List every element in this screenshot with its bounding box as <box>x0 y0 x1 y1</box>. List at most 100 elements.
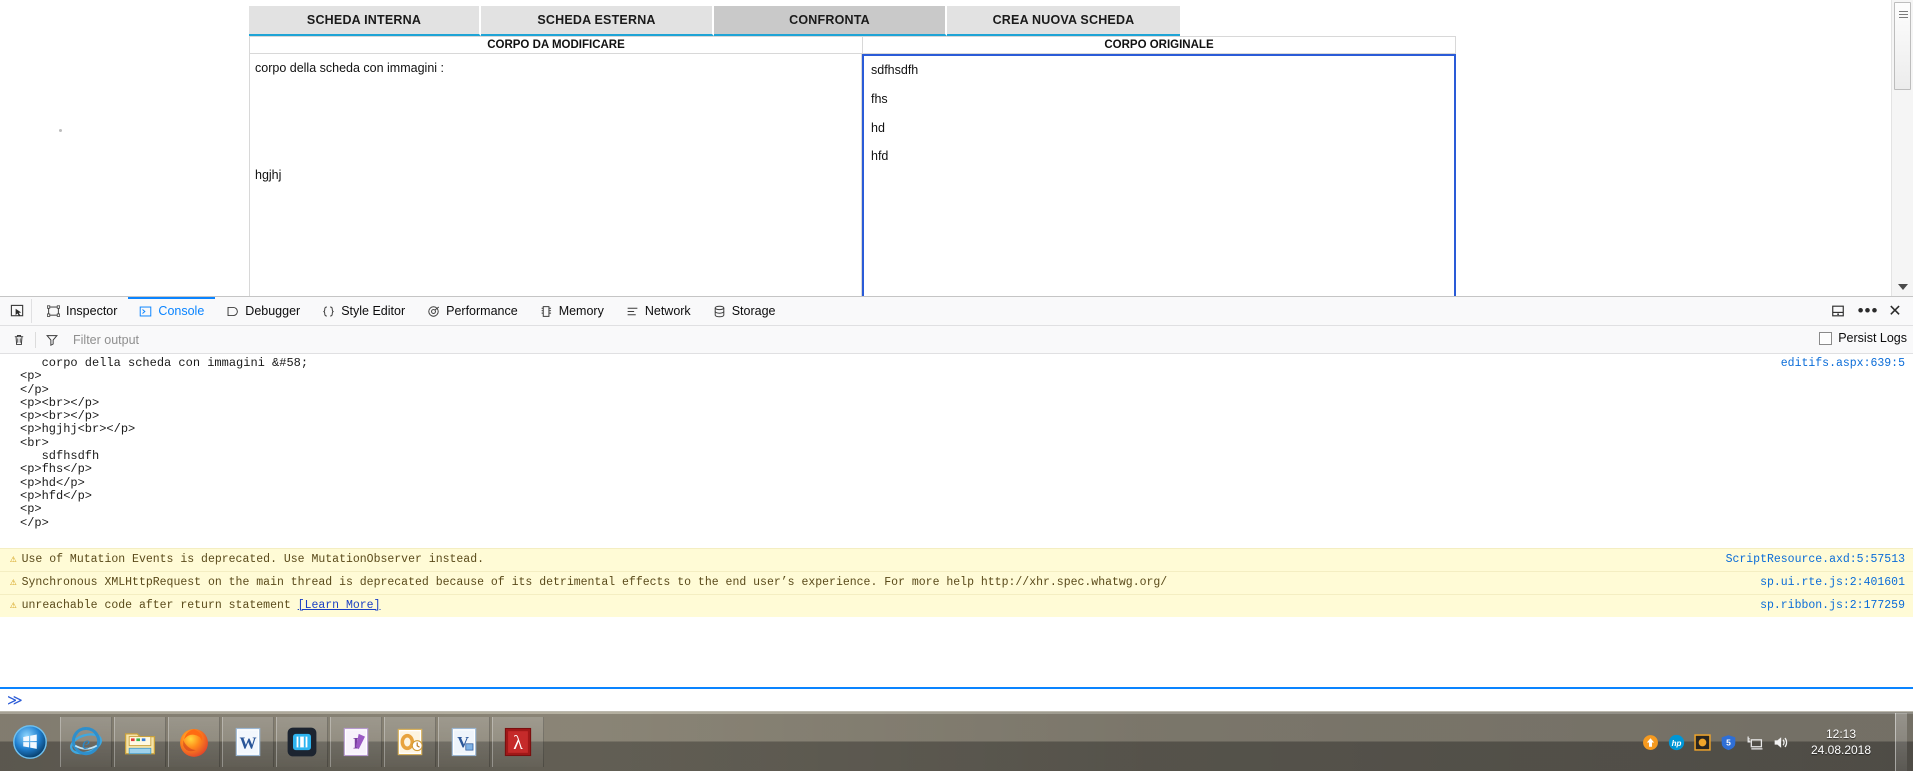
adobe-acrobat-icon: λ <box>504 727 532 757</box>
warning-text: Use of Mutation Events is deprecated. Us… <box>21 552 485 566</box>
editor-corpo-originale[interactable]: sdfhsdfh fhs hd hfd <box>862 54 1456 296</box>
more-options-icon[interactable]: ••• <box>1853 297 1883 325</box>
svg-text:5: 5 <box>1726 737 1731 747</box>
svg-text:hp: hp <box>1672 738 1682 747</box>
element-picker-icon[interactable] <box>4 299 32 323</box>
tab-style-editor[interactable]: Style Editor <box>311 297 416 325</box>
sharepoint-page: SCHEDA INTERNA SCHEDA ESTERNA CONFRONTA … <box>0 0 1913 296</box>
console-log-entry[interactable]: editifs.aspx:639:5 corpo della scheda co… <box>0 354 1913 534</box>
taskbar-outlook[interactable] <box>384 717 436 767</box>
warning-source-link[interactable]: ScriptResource.axd:5:57513 <box>1726 552 1905 568</box>
scrollbar-down-arrow-icon[interactable] <box>1898 284 1908 290</box>
windows-taskbar: e W I V λ hp 5 12:13 24.08.2018 <box>0 711 1913 771</box>
taskbar-app-blue[interactable] <box>276 717 328 767</box>
warning-triangle-icon: ⚠ <box>10 553 17 566</box>
console-warning-row[interactable]: ⚠ unreachable code after return statement… <box>0 593 1913 617</box>
taskbar-clock[interactable]: 12:13 24.08.2018 <box>1798 726 1884 758</box>
right-line-4: hfd <box>871 149 889 164</box>
debugger-icon <box>226 305 239 318</box>
tab-network-label: Network <box>644 304 691 318</box>
console-command-input[interactable]: ≫ <box>0 687 1913 711</box>
tab-confronta[interactable]: CONFRONTA <box>714 6 947 36</box>
log-line: <p>hfd</p> <box>20 488 93 503</box>
storage-icon <box>713 305 726 318</box>
warning-source-link[interactable]: sp.ui.rte.js:2:401601 <box>1760 575 1905 591</box>
tray-network-icon[interactable] <box>1746 734 1763 751</box>
left-line-1: corpo della scheda con immagini : <box>255 61 444 75</box>
trash-icon[interactable] <box>6 328 32 352</box>
tray-orange-icon[interactable] <box>1694 733 1711 751</box>
tab-memory-label: Memory <box>558 304 604 318</box>
tab-console[interactable]: Console <box>128 297 215 325</box>
tab-scheda-interna[interactable]: SCHEDA INTERNA <box>249 6 481 36</box>
tab-inspector[interactable]: Inspector <box>36 297 128 325</box>
tab-style-editor-label: Style Editor <box>341 304 406 318</box>
tab-debugger[interactable]: Debugger <box>215 297 311 325</box>
show-desktop-button[interactable] <box>1895 713 1907 771</box>
tray-hp-icon[interactable]: hp <box>1668 734 1685 751</box>
persist-logs-label: Persist Logs <box>1838 331 1907 345</box>
taskbar-visio[interactable]: V <box>438 717 490 767</box>
header-corpo-originale: CORPO ORIGINALE <box>862 36 1456 54</box>
code-editor-icon <box>287 727 317 757</box>
tab-scheda-esterna[interactable]: SCHEDA ESTERNA <box>481 6 714 36</box>
style-editor-icon <box>322 305 335 318</box>
svg-text:λ: λ <box>513 732 523 754</box>
tab-console-label: Console <box>158 304 205 318</box>
taskbar-firefox[interactable] <box>168 717 220 767</box>
left-line-3 <box>255 116 855 129</box>
log-line: <p> <box>20 502 42 517</box>
warning-source-link[interactable]: sp.ribbon.js:2:177259 <box>1760 598 1905 614</box>
taskbar-internet-explorer[interactable]: e <box>60 717 112 767</box>
tab-performance[interactable]: Performance <box>416 297 529 325</box>
filter-icon[interactable] <box>39 328 65 352</box>
log-line: <p>fhs</p> <box>20 462 93 477</box>
clock-date: 24.08.2018 <box>1810 743 1872 757</box>
start-button[interactable] <box>2 717 58 767</box>
tab-network[interactable]: Network <box>615 297 702 325</box>
editor-corpo-da-modificare[interactable]: corpo della scheda con immagini : hgjhj <box>249 54 862 296</box>
devtools-panel: Inspector Console Debugger Style Editor … <box>0 296 1913 711</box>
console-output[interactable]: editifs.aspx:639:5 corpo della scheda co… <box>0 354 1913 711</box>
tab-storage[interactable]: Storage <box>702 297 787 325</box>
persist-logs-checkbox[interactable] <box>1819 331 1833 345</box>
performance-icon <box>427 305 440 318</box>
taskbar-acrobat[interactable]: λ <box>492 717 544 767</box>
infopath-icon: I <box>343 727 369 757</box>
console-warning-row[interactable]: ⚠ Synchronous XMLHttpRequest on the main … <box>0 570 1913 594</box>
tab-crea-nuova-scheda[interactable]: CREA NUOVA SCHEDA <box>947 6 1180 36</box>
console-warning-row[interactable]: ⚠ Use of Mutation Events is deprecated. U… <box>0 547 1913 571</box>
learn-more-link[interactable]: [Learn More] <box>298 599 381 612</box>
log-line: <p>hd</p> <box>20 475 85 490</box>
left-line-2 <box>255 90 855 103</box>
svg-text:e: e <box>82 733 90 753</box>
taskbar-file-explorer[interactable] <box>114 717 166 767</box>
body-panes: corpo della scheda con immagini : hgjhj … <box>249 54 1456 296</box>
taskbar-infopath[interactable]: I <box>330 717 382 767</box>
close-icon[interactable]: ✕ <box>1883 297 1913 325</box>
tab-memory[interactable]: Memory <box>529 297 615 325</box>
svg-text:W: W <box>239 733 256 752</box>
right-line-2: fhs <box>871 91 888 106</box>
column-headers: CORPO DA MODIFICARE CORPO ORIGINALE <box>249 36 1456 54</box>
tray-shield-icon[interactable]: 5 <box>1720 734 1737 751</box>
console-prompt-icon: ≫ <box>7 692 23 709</box>
log-line: <p>hgjhj<br></p> <box>20 422 136 437</box>
warning-text: Synchronous XMLHttpRequest on the main t… <box>21 575 1168 589</box>
tab-debugger-label: Debugger <box>245 304 301 318</box>
page-vertical-scrollbar[interactable] <box>1891 0 1913 296</box>
tray-update-icon[interactable] <box>1642 734 1659 751</box>
scheda-tab-strip: SCHEDA INTERNA SCHEDA ESTERNA CONFRONTA … <box>249 6 1456 36</box>
dock-to-bottom-icon[interactable] <box>1823 297 1853 325</box>
log-line: </p> <box>20 382 49 397</box>
log-line: </p> <box>20 515 49 530</box>
persist-logs-toggle[interactable]: Persist Logs <box>1819 331 1907 345</box>
log-line: <br> <box>20 435 49 450</box>
decorative-dot <box>59 129 62 132</box>
warning-triangle-icon: ⚠ <box>10 576 17 589</box>
filter-output-input[interactable] <box>71 328 471 351</box>
log-line: <p> <box>20 369 42 384</box>
scrollbar-thumb[interactable] <box>1894 2 1911 90</box>
tray-volume-icon[interactable] <box>1772 734 1789 751</box>
taskbar-word[interactable]: W <box>222 717 274 767</box>
